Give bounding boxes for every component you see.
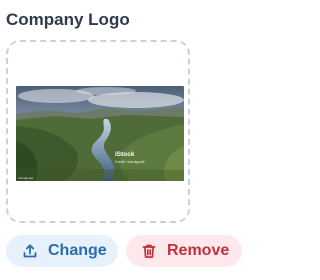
remove-button-label: Remove (167, 242, 230, 259)
landscape-illustration (16, 86, 184, 181)
trash-icon (141, 243, 157, 259)
section-title: Company Logo (6, 10, 130, 29)
change-logo-button[interactable]: Change (6, 235, 118, 267)
watermark-credit: Credit: ricardgould (115, 160, 145, 164)
watermark: iStock Credit: ricardgould (115, 144, 144, 165)
logo-image: iStock Credit: ricardgould ricardgould (16, 86, 184, 181)
watermark-brand: iStock (115, 151, 135, 158)
change-button-label: Change (48, 242, 107, 259)
corner-credit: ricardgould (18, 176, 33, 180)
upload-icon (22, 243, 38, 259)
remove-logo-button[interactable]: Remove (126, 235, 242, 267)
logo-dropzone[interactable]: iStock Credit: ricardgould ricardgould (6, 40, 190, 223)
